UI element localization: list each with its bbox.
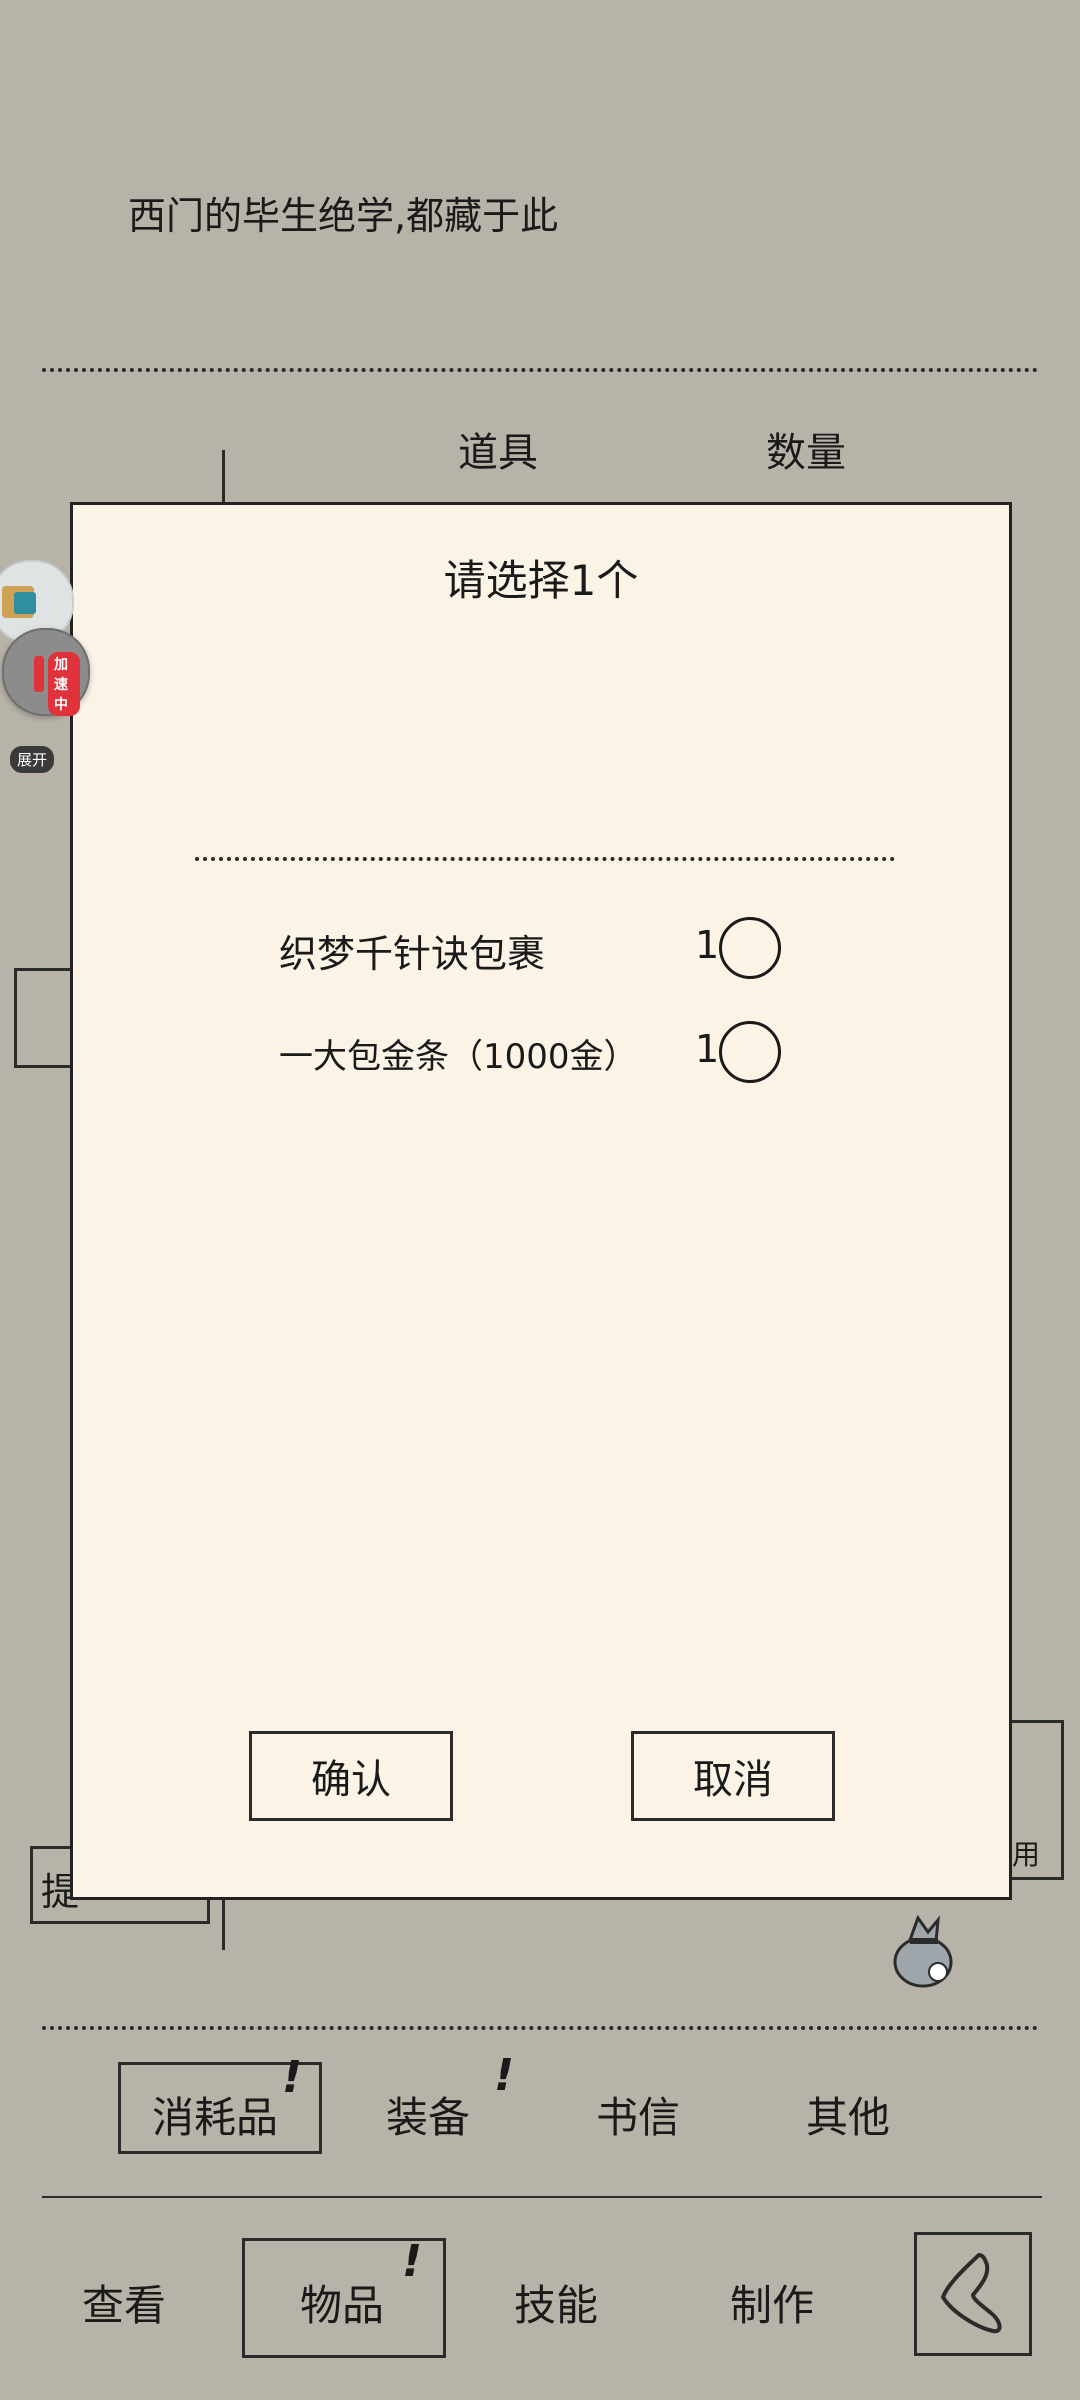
dialog-title: 请选择1个: [443, 556, 639, 605]
column-header-item: 道具: [458, 430, 538, 476]
background-right-label: 用: [1012, 1838, 1041, 1871]
expand-button[interactable]: 展开: [10, 746, 55, 773]
option-radio[interactable]: [719, 917, 781, 979]
tab-equipment[interactable]: 装备: [386, 2084, 470, 2145]
back-button[interactable]: [914, 2232, 1032, 2356]
column-header-quantity: 数量: [766, 430, 846, 476]
table-border: [222, 450, 225, 510]
floating-widget[interactable]: 加速中 展开: [0, 560, 90, 780]
tab-letters[interactable]: 书信: [596, 2084, 680, 2145]
top-divider: [42, 368, 1038, 372]
alert-mark: !: [402, 2236, 423, 2287]
nav-craft[interactable]: 制作: [730, 2272, 814, 2333]
page-description: 西门的毕生绝学,都藏于此: [128, 194, 559, 238]
option-radio[interactable]: [719, 1021, 781, 1083]
dialog-divider: [195, 857, 895, 861]
tab-other[interactable]: 其他: [806, 2084, 890, 2145]
nav-divider: [42, 2196, 1042, 2198]
bottom-divider: [42, 2026, 1038, 2030]
confirm-button[interactable]: 确认: [249, 1731, 453, 1821]
cancel-button[interactable]: 取消: [631, 1731, 835, 1821]
money-bag-icon[interactable]: [888, 1910, 958, 1990]
tab-consumables[interactable]: 消耗品: [152, 2084, 278, 2145]
background-box-right: 用: [1008, 1720, 1064, 1880]
alert-mark: !: [494, 2050, 515, 2101]
background-box: [14, 968, 76, 1068]
nav-view[interactable]: 查看: [82, 2272, 166, 2333]
back-arrow-icon: [940, 2252, 1002, 2334]
accelerating-badge: 加速中: [48, 652, 80, 716]
option-name: 织梦千针诀包裹: [279, 932, 546, 976]
alert-mark: !: [282, 2052, 303, 2103]
select-dialog: 请选择1个 织梦千针诀包裹 1 一大包金条（1000金） 1 确认 取消: [70, 502, 1012, 1900]
option-name: 一大包金条（1000金）: [279, 1037, 638, 1077]
option-count: 1: [695, 923, 720, 967]
nav-skills[interactable]: 技能: [514, 2272, 598, 2333]
nav-items[interactable]: 物品: [300, 2272, 384, 2333]
option-count: 1: [695, 1027, 720, 1071]
